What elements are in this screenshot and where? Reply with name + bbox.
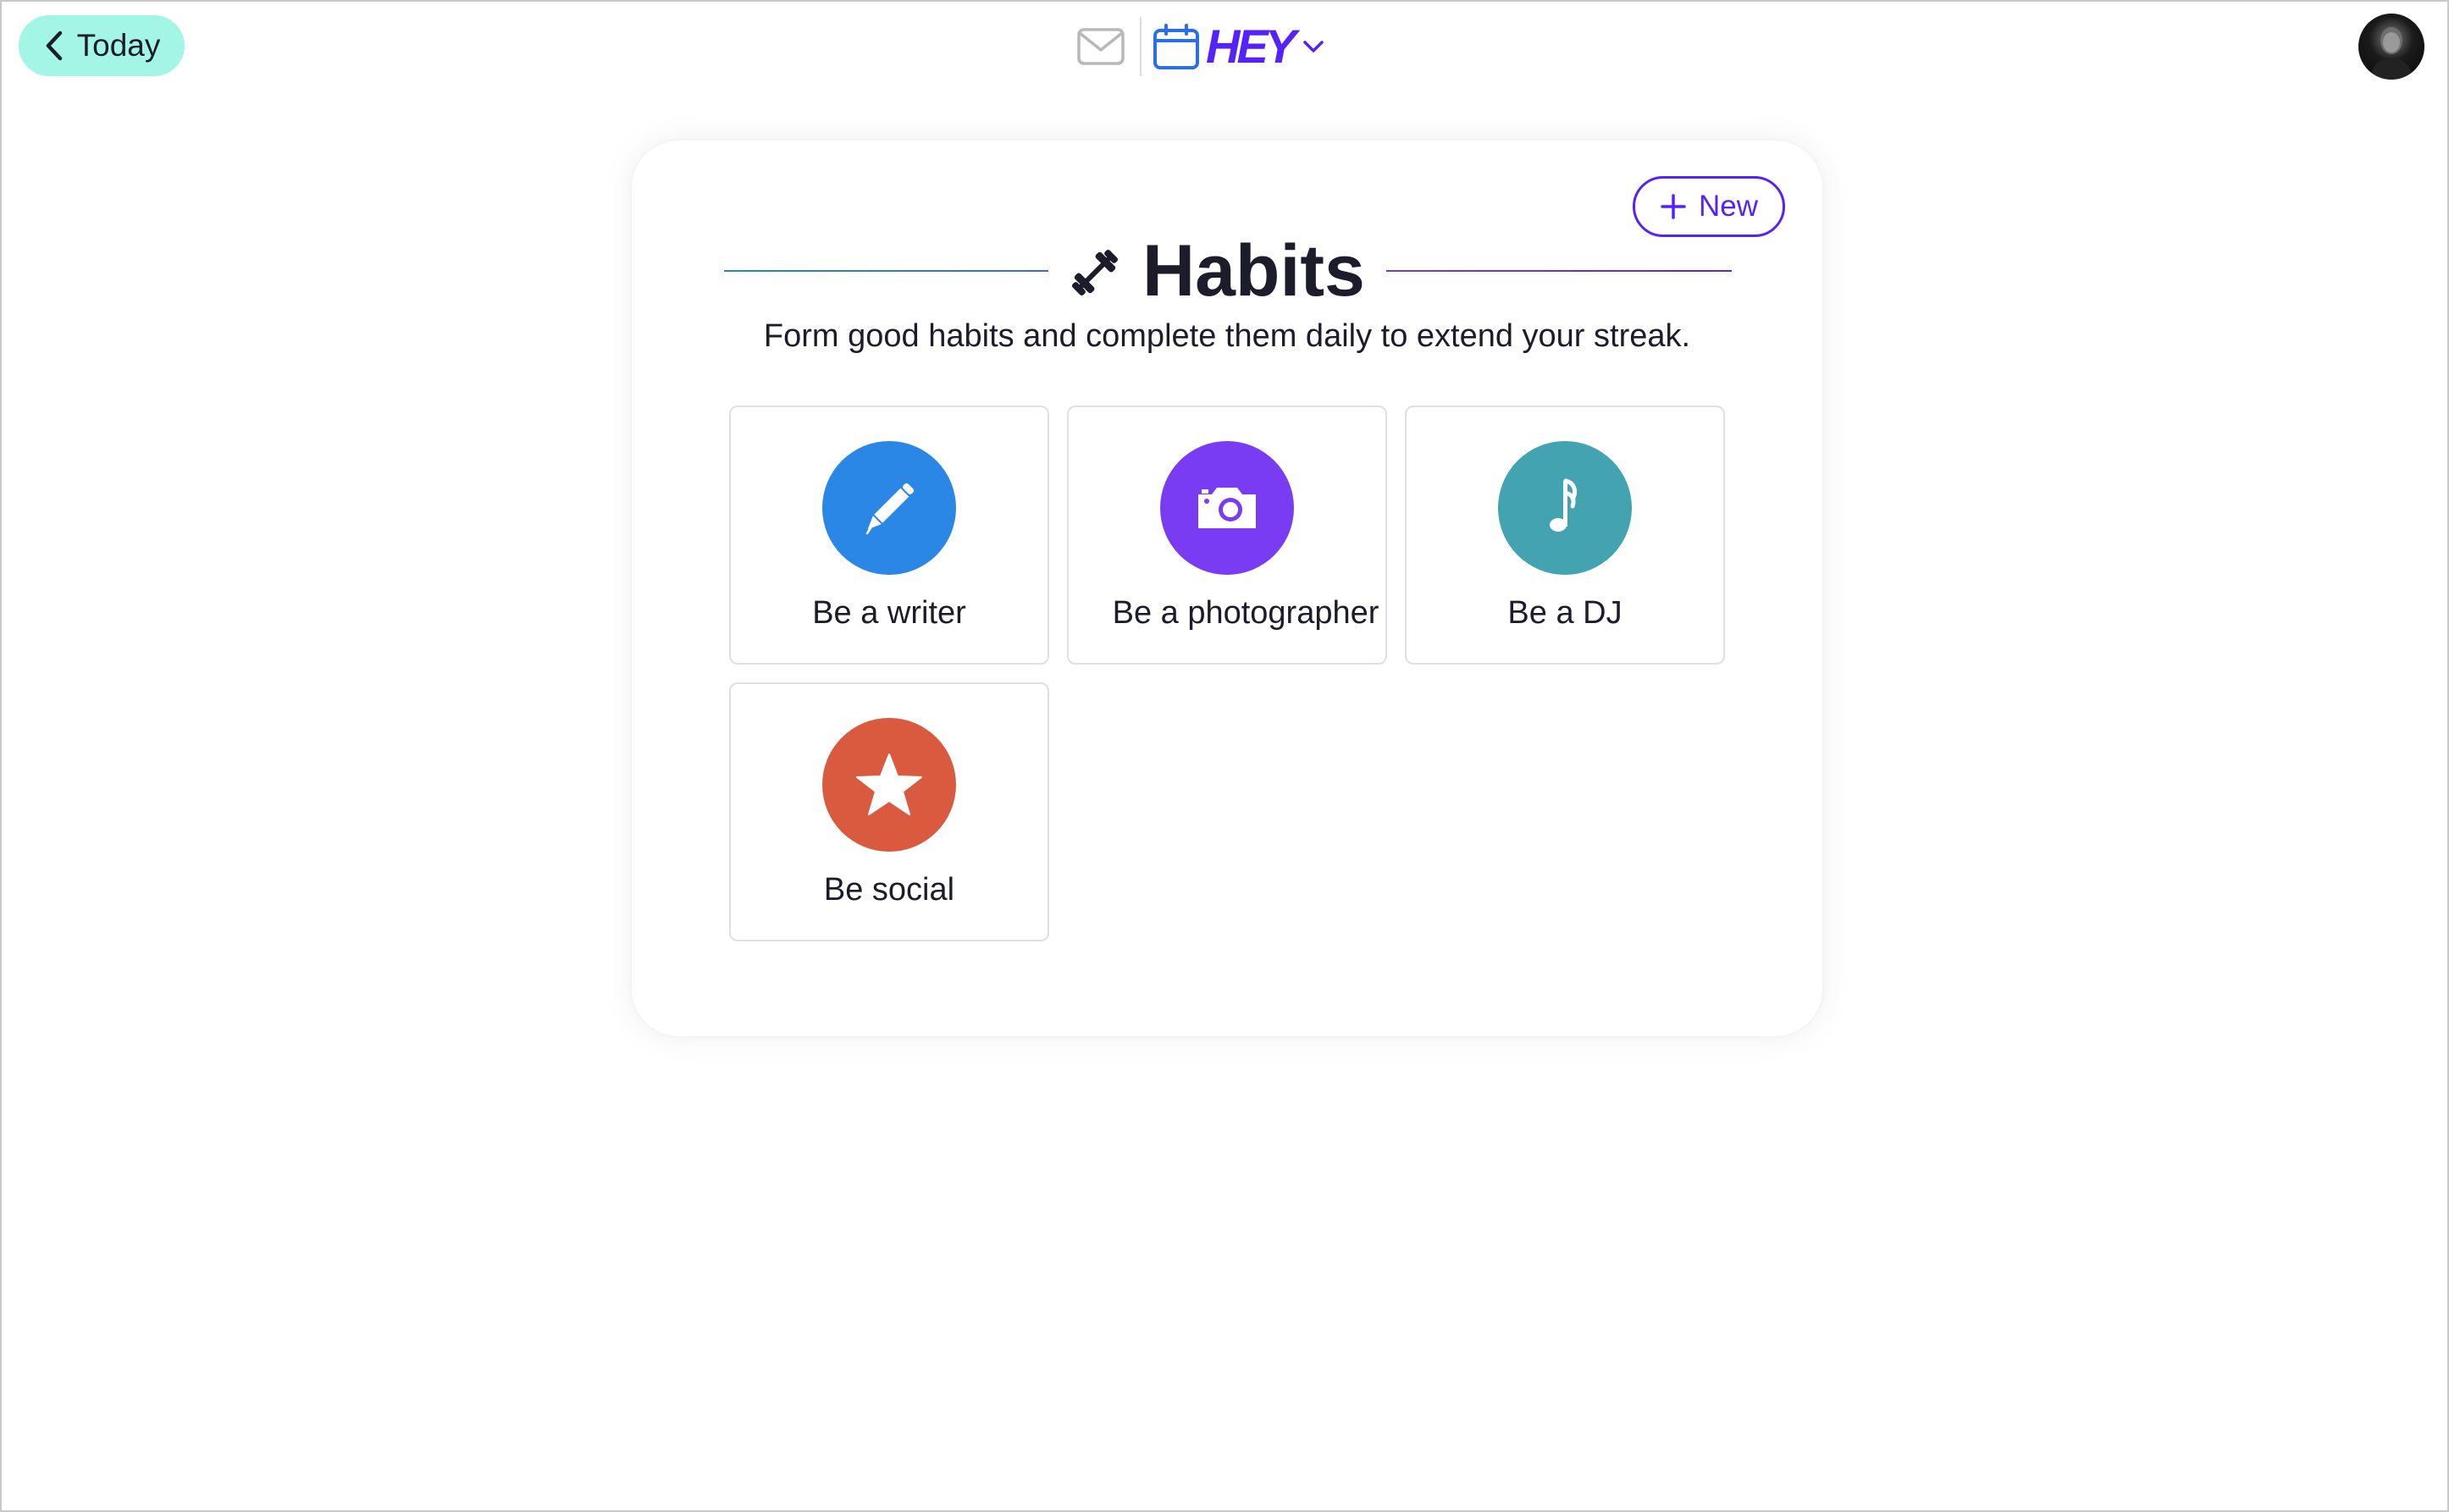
habit-label: Be a DJ [1507, 595, 1623, 631]
page-title-row: Habits [724, 229, 1732, 313]
habit-label: Be a writer [812, 595, 966, 631]
switcher-divider [1140, 17, 1142, 76]
new-button-label: New [1698, 190, 1759, 223]
title-rule-left [724, 270, 1048, 272]
habit-card-dj[interactable]: Be a DJ [1405, 406, 1725, 665]
habit-card-photographer[interactable]: Be a photographer [1067, 406, 1387, 665]
calendar-icon[interactable] [1152, 22, 1201, 71]
title-rule-right [1386, 270, 1732, 272]
pencil-icon [865, 483, 915, 535]
music-note-icon [1550, 478, 1578, 532]
habit-icon-circle [1160, 441, 1294, 575]
app-switcher: HEY [1075, 17, 1325, 76]
page-subtitle: Form good habits and complete them daily… [763, 318, 1691, 354]
page-title: Habits [1142, 230, 1365, 312]
habit-card-social[interactable]: Be social [729, 682, 1049, 941]
camera-icon [1198, 488, 1256, 528]
chevron-left-icon [46, 30, 62, 61]
avatar[interactable] [2358, 14, 2424, 80]
habit-label: Be social [823, 872, 955, 908]
back-label: Today [76, 28, 161, 63]
habit-icon-circle [1498, 441, 1632, 575]
star-icon [856, 753, 922, 815]
plus-icon [1661, 194, 1686, 219]
chevron-down-icon[interactable] [1302, 38, 1325, 55]
avatar-portrait-icon [2370, 27, 2413, 80]
habit-card-writer[interactable]: Be a writer [729, 406, 1049, 665]
habit-label: Be a photographer [1112, 595, 1379, 631]
back-today-button[interactable]: Today [19, 15, 185, 76]
hey-logo[interactable]: HEY [1206, 23, 1296, 70]
habit-icon-circle [822, 718, 956, 852]
habit-icon-circle [822, 441, 956, 575]
dumbbell-icon [1071, 249, 1119, 296]
mail-icon[interactable] [1075, 25, 1126, 69]
